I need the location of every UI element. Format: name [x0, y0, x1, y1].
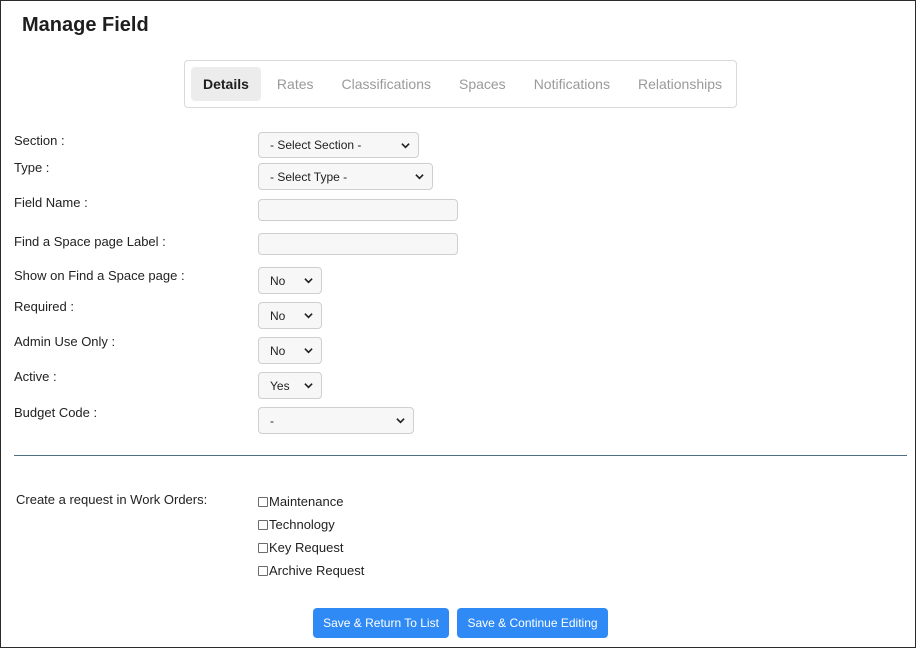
tab-spaces[interactable]: Spaces — [447, 67, 518, 101]
admin-use-only-select[interactable]: No — [258, 337, 322, 364]
type-label: Type : — [14, 160, 50, 175]
chevron-down-icon — [415, 174, 424, 180]
checkbox-row-technology: Technology — [258, 517, 335, 532]
checkbox-row-maintenance: Maintenance — [258, 494, 343, 509]
active-select[interactable]: Yes — [258, 372, 322, 399]
type-select-value: - Select Type - — [270, 169, 348, 184]
tab-rates[interactable]: Rates — [265, 67, 326, 101]
archive-request-checkbox[interactable] — [258, 565, 268, 576]
field-name-label: Field Name : — [14, 195, 88, 210]
active-label: Active : — [14, 369, 57, 384]
field-name-input[interactable] — [258, 199, 458, 221]
tab-bar: Details Rates Classifications Spaces Not… — [184, 60, 737, 108]
maintenance-checkbox[interactable] — [258, 496, 268, 507]
admin-use-only-label: Admin Use Only : — [14, 334, 116, 349]
checkbox-row-key-request: Key Request — [258, 540, 343, 555]
maintenance-checkbox-label[interactable]: Maintenance — [269, 494, 343, 509]
budget-code-label: Budget Code : — [14, 405, 98, 420]
save-return-button[interactable]: Save & Return To List — [313, 608, 449, 638]
key-request-checkbox-label[interactable]: Key Request — [269, 540, 343, 555]
chevron-down-icon — [304, 348, 313, 354]
active-value: Yes — [270, 378, 290, 393]
work-orders-label: Create a request in Work Orders: — [16, 492, 208, 507]
required-label: Required : — [14, 299, 74, 314]
technology-checkbox[interactable] — [258, 519, 268, 530]
show-on-find-space-label: Show on Find a Space page : — [14, 268, 185, 283]
required-select[interactable]: No — [258, 302, 322, 329]
required-value: No — [270, 308, 286, 323]
admin-use-only-value: No — [270, 343, 286, 358]
tab-relationships[interactable]: Relationships — [626, 67, 734, 101]
technology-checkbox-label[interactable]: Technology — [269, 517, 335, 532]
budget-code-value: - — [270, 413, 274, 428]
save-continue-button[interactable]: Save & Continue Editing — [457, 608, 608, 638]
find-space-label-label: Find a Space page Label : — [14, 234, 166, 249]
section-select[interactable]: - Select Section - — [258, 132, 419, 158]
chevron-down-icon — [304, 383, 313, 389]
tab-classifications[interactable]: Classifications — [330, 67, 443, 101]
manage-field-window: Manage Field Details Rates Classificatio… — [0, 0, 916, 648]
section-divider — [14, 455, 907, 456]
archive-request-checkbox-label[interactable]: Archive Request — [269, 563, 364, 578]
chevron-down-icon — [304, 278, 313, 284]
page-title: Manage Field — [22, 14, 149, 36]
show-on-find-space-select[interactable]: No — [258, 267, 322, 294]
chevron-down-icon — [304, 313, 313, 319]
key-request-checkbox[interactable] — [258, 542, 268, 553]
section-label: Section : — [14, 133, 65, 148]
find-space-label-input[interactable] — [258, 233, 458, 255]
checkbox-row-archive-request: Archive Request — [258, 563, 364, 578]
chevron-down-icon — [396, 418, 405, 424]
section-select-value: - Select Section - — [270, 138, 362, 152]
type-select[interactable]: - Select Type - — [258, 163, 433, 190]
tab-details[interactable]: Details — [191, 67, 261, 101]
budget-code-select[interactable]: - — [258, 407, 414, 434]
tab-notifications[interactable]: Notifications — [522, 67, 622, 101]
chevron-down-icon — [401, 142, 410, 148]
show-on-find-space-value: No — [270, 273, 286, 288]
